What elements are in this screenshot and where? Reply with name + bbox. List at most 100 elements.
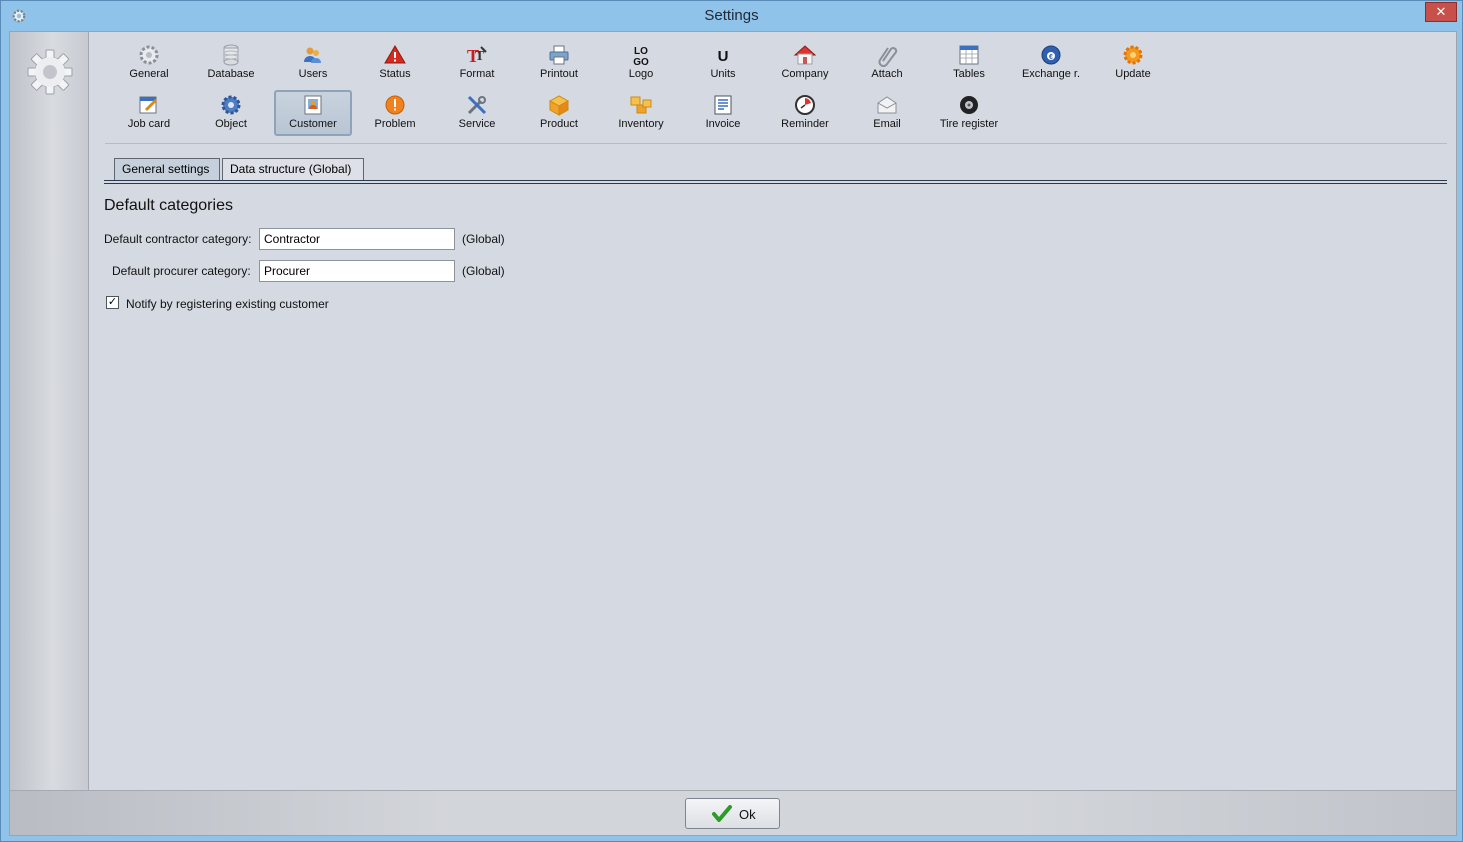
title-bar[interactable]: Settings ✕: [1, 1, 1462, 31]
procurer-scope-note: (Global): [462, 264, 505, 278]
tool-format[interactable]: TT Format: [438, 40, 516, 86]
tool-label: Tables: [953, 68, 985, 80]
tool-label: Units: [710, 68, 736, 80]
tool-label: General: [129, 68, 169, 80]
email-icon: [877, 96, 897, 114]
users-icon: [304, 47, 321, 63]
checkmark-icon: [712, 805, 732, 822]
tool-label: Users: [298, 68, 328, 80]
settings-panel: General Database Users Status TT Format …: [9, 31, 1457, 836]
tool-database[interactable]: Database: [192, 40, 270, 86]
tool-label: Reminder: [781, 118, 829, 130]
boxes-icon: [630, 96, 652, 114]
exchange-icon: €: [1041, 45, 1061, 65]
tool-label: Update: [1115, 68, 1151, 80]
tool-general[interactable]: General: [110, 40, 188, 86]
paperclip-icon: [878, 47, 898, 67]
invoice-icon: [714, 95, 732, 115]
tool-tire-register[interactable]: Tire register: [930, 90, 1008, 136]
tool-label: Logo: [628, 68, 654, 80]
window-title: Settings: [704, 7, 759, 24]
table-icon: [959, 45, 979, 65]
tool-label: Printout: [540, 68, 578, 80]
house-icon: [793, 45, 817, 65]
tool-label: Invoice: [705, 118, 741, 130]
tool-label: Format: [459, 68, 495, 80]
tool-invoice[interactable]: Invoice: [684, 90, 762, 136]
contractor-category-input[interactable]: [259, 228, 455, 250]
tool-label: Database: [207, 68, 255, 80]
contractor-scope-note: (Global): [462, 232, 505, 246]
object-gear-icon: [221, 95, 241, 115]
sidebar: [10, 32, 89, 790]
tool-label: Attach: [871, 68, 903, 80]
job-card-icon: [139, 96, 158, 114]
box-icon: [548, 95, 570, 116]
svg-text:GO: GO: [633, 57, 649, 67]
tab-data-structure[interactable]: Data structure (Global): [222, 158, 364, 180]
database-icon: [223, 44, 239, 66]
svg-text:U: U: [718, 48, 729, 65]
warning-icon: [384, 45, 406, 64]
svg-text:T: T: [475, 49, 485, 64]
tool-object[interactable]: Object: [192, 90, 270, 136]
tire-icon: [960, 96, 978, 114]
tool-label: Product: [540, 118, 578, 130]
ok-label: Ok: [739, 807, 756, 822]
tool-reminder[interactable]: Reminder: [766, 90, 844, 136]
units-icon: U: [718, 48, 729, 65]
tool-label: Company: [781, 68, 829, 80]
procurer-category-input[interactable]: [259, 260, 455, 282]
close-button[interactable]: ✕: [1425, 2, 1457, 22]
tool-label: Tire register: [939, 118, 999, 130]
tool-label: Inventory: [618, 118, 664, 130]
notify-label[interactable]: Notify by registering existing customer: [126, 297, 329, 311]
tool-inventory[interactable]: Inventory: [602, 90, 680, 136]
tool-logo[interactable]: LO GO Logo: [602, 40, 680, 86]
notify-checkbox[interactable]: ✓: [106, 296, 119, 309]
tool-label: Object: [215, 118, 247, 130]
tool-label: Service: [458, 118, 496, 130]
tab-general-settings[interactable]: General settings: [114, 158, 220, 180]
tool-tables[interactable]: Tables: [930, 40, 1008, 86]
tool-service[interactable]: Service: [438, 90, 516, 136]
footer-bar: Ok: [10, 790, 1456, 835]
tools-icon: [467, 95, 487, 115]
tool-product[interactable]: Product: [520, 90, 598, 136]
tool-status[interactable]: Status: [356, 40, 434, 86]
contractor-category-label: Default contractor category:: [104, 232, 252, 246]
tool-label: Email: [873, 118, 901, 130]
format-icon: TT: [467, 46, 487, 66]
tool-printout[interactable]: Printout: [520, 40, 598, 86]
tool-attach[interactable]: Attach: [848, 40, 926, 86]
problem-icon: [385, 95, 405, 115]
tool-label: Customer: [289, 118, 337, 130]
tool-update[interactable]: Update: [1094, 40, 1172, 86]
tool-job-card[interactable]: Job card: [110, 90, 188, 136]
tool-company[interactable]: Company: [766, 40, 844, 86]
printer-icon: [549, 45, 569, 65]
logo-icon: LOGO: [633, 46, 649, 67]
settings-window: Settings ✕ General Database Users Status…: [0, 0, 1463, 842]
tool-customer[interactable]: Customer: [274, 90, 352, 136]
toolbar-divider: [105, 143, 1447, 144]
ok-button[interactable]: Ok: [685, 798, 780, 829]
tool-label: Status: [379, 68, 411, 80]
tab-underline: [104, 180, 1447, 184]
tool-email[interactable]: Email: [848, 90, 926, 136]
reminder-icon: [795, 95, 815, 115]
tool-label: Problem: [374, 118, 416, 130]
tool-units[interactable]: U Units: [684, 40, 762, 86]
gear-icon: [139, 45, 159, 65]
customer-icon: [304, 95, 322, 115]
section-title: Default categories: [104, 197, 233, 214]
gear-icon: [27, 49, 73, 95]
tool-problem[interactable]: Problem: [356, 90, 434, 136]
tool-exchange[interactable]: € Exchange r.: [1012, 40, 1090, 86]
update-icon: [1123, 45, 1143, 65]
svg-text:€: €: [1049, 54, 1053, 61]
tool-label: Job card: [127, 118, 171, 130]
procurer-category-label: Default procurer category:: [112, 264, 251, 278]
settings-toolbar: General Database Users Status TT Format …: [110, 40, 1450, 140]
tool-users[interactable]: Users: [274, 40, 352, 86]
